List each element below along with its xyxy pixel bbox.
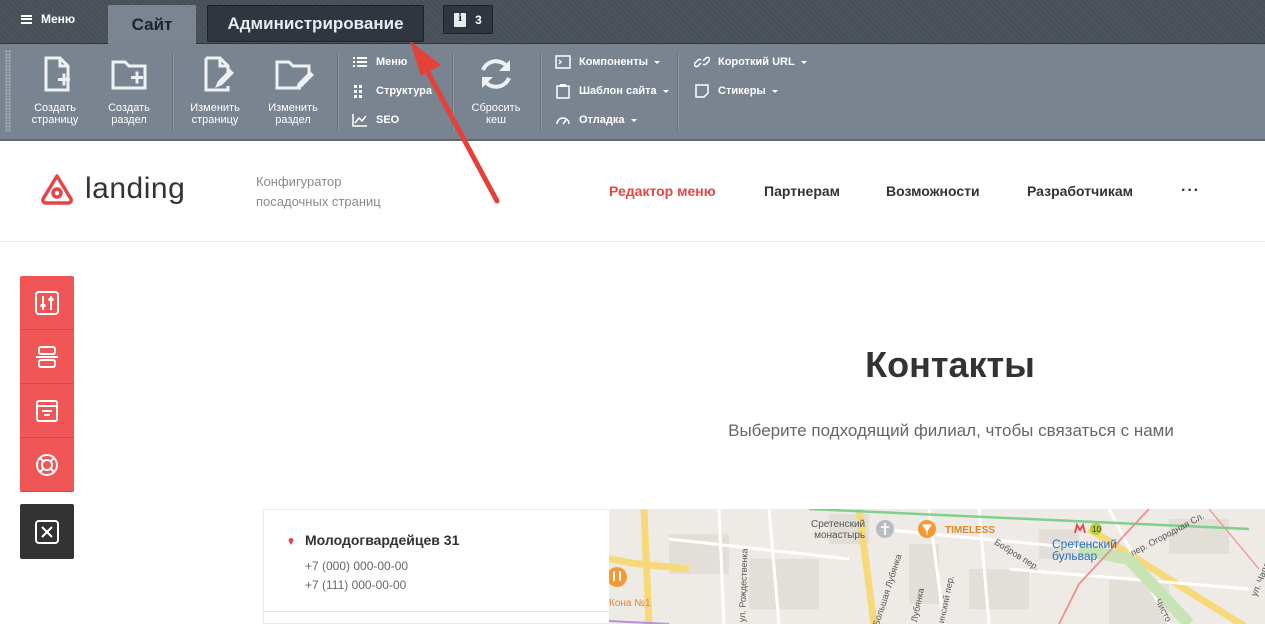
create-section-label: Создать раздел [108,102,150,126]
layout-panel-button[interactable] [20,330,74,384]
chart-icon [352,114,367,127]
clipboard-icon [556,84,570,99]
admin-top-bar: Меню Сайт Администрирование 3 [0,0,1265,44]
close-icon [35,519,59,544]
nav-more-button[interactable]: ··· [1181,182,1200,200]
branch-phone-1: +7 (000) 000-00-00 [305,559,409,573]
page-subtitle: Выберите подходящий филиал, чтобы связат… [728,421,1174,440]
map-label-monastery: Сретенский монастырь [811,519,866,541]
settings-panel-button[interactable] [20,276,74,330]
gauge-icon [556,117,570,125]
close-panel-button[interactable] [20,504,74,559]
chevron-down-icon [630,118,637,122]
nav-item-partners[interactable]: Партнерам [764,183,840,199]
toolbar-separator [337,52,338,132]
help-panel-button[interactable] [20,438,74,492]
edit-page-button[interactable]: Изменить страницу [180,52,250,132]
layout-icon [36,345,58,368]
notifications-button[interactable]: 3 [443,5,493,34]
chevron-down-icon [771,89,778,93]
toolbar-separator [452,52,453,132]
map-label-cafe: Кона №1 [609,598,651,609]
hamburger-icon [21,14,32,24]
edit-section-button[interactable]: Изменить раздел [258,52,328,132]
chevron-down-icon [662,89,669,93]
refresh-icon [481,59,511,89]
sliders-icon [35,290,59,315]
map-label-timeless: TIMELESS [945,525,996,536]
grid-icon [354,85,362,98]
tab-site[interactable]: Сайт [108,5,196,44]
structure-label: Структура [376,85,432,97]
info-icon [454,12,467,27]
branch-phone-2: +7 (111) 000-00-00 [305,578,407,592]
short-url-button[interactable]: Короткий URL [694,53,807,71]
notifications-count: 3 [475,12,482,27]
branch-card[interactable]: Молодогвардейцев 31 +7 (000) 000-00-00 +… [263,509,609,624]
reset-cache-button[interactable]: Сбросить кеш [461,52,531,132]
landing-side-panel [20,276,74,492]
components-button[interactable]: Компоненты [555,53,660,71]
create-section-button[interactable]: Создать раздел [94,52,164,132]
short-url-label: Короткий URL [718,56,795,68]
list-icon [353,57,367,67]
toolbar-separator [540,52,541,132]
nav-item-features[interactable]: Возможности [886,183,980,199]
site-template-button[interactable]: Шаблон сайта [555,82,669,100]
nav-item-developers[interactable]: Разработчикам [1027,183,1133,199]
template-icon [36,399,58,422]
template-panel-button[interactable] [20,384,74,438]
seo-label: SEO [376,114,400,126]
toolbar-separator [677,52,678,132]
stickers-label: Стикеры [718,85,766,97]
menu-settings-label: Меню [376,56,408,68]
site-template-label: Шаблон сайта [579,85,657,97]
stickers-button[interactable]: Стикеры [694,82,778,100]
chevron-down-icon [653,60,660,64]
create-page-label: Создать страницу [31,102,79,126]
create-section-icon [111,60,147,90]
admin-menu-button[interactable]: Меню [21,11,75,27]
sticker-icon [695,84,709,98]
card-divider [264,611,609,612]
reset-cache-label: Сбросить кеш [471,102,521,126]
metro-line-number: 10 [1092,525,1101,534]
debug-label: Отладка [579,114,625,126]
map-pin-icon [288,538,294,545]
menu-settings-button[interactable]: Меню [352,53,407,71]
edit-section-label: Изменить раздел [268,102,318,126]
seo-button[interactable]: SEO [352,111,399,129]
logo-icon [41,174,73,205]
admin-toolbar: Создать страницу Создать раздел Изменить… [0,44,1265,141]
toolbar-grip-handle[interactable] [5,50,11,132]
site-logo[interactable]: landing [39,171,185,207]
edit-section-icon [275,60,314,90]
site-header: landing Конфигуратор посадочных страниц … [0,143,1265,242]
admin-menu-label: Меню [41,12,76,26]
site-slogan: Конфигуратор посадочных страниц [256,174,381,209]
create-page-icon [44,56,70,92]
page-title: Контакты [865,344,1035,385]
edit-page-label: Изменить страницу [190,102,240,126]
branch-address: Молодогвардейцев 31 [305,532,460,548]
nav-item-menu-editor[interactable]: Редактор меню [609,183,716,199]
terminal-icon [555,55,571,69]
components-label: Компоненты [579,56,648,68]
map-label-boulevard: Сретенский бульвар [1052,537,1117,563]
logo-text: landing [85,172,186,205]
map[interactable]: Сретенский монастырь TIMELESS Сретенский… [609,509,1265,624]
create-page-button[interactable]: Создать страницу [20,52,90,132]
debug-button[interactable]: Отладка [555,111,637,129]
link-icon [694,56,710,68]
tab-administration[interactable]: Администрирование [207,5,424,42]
edit-page-icon [204,56,234,92]
lifebuoy-icon [36,453,58,476]
structure-button[interactable]: Структура [352,82,432,100]
chevron-down-icon [800,60,807,64]
toolbar-separator [172,52,173,132]
